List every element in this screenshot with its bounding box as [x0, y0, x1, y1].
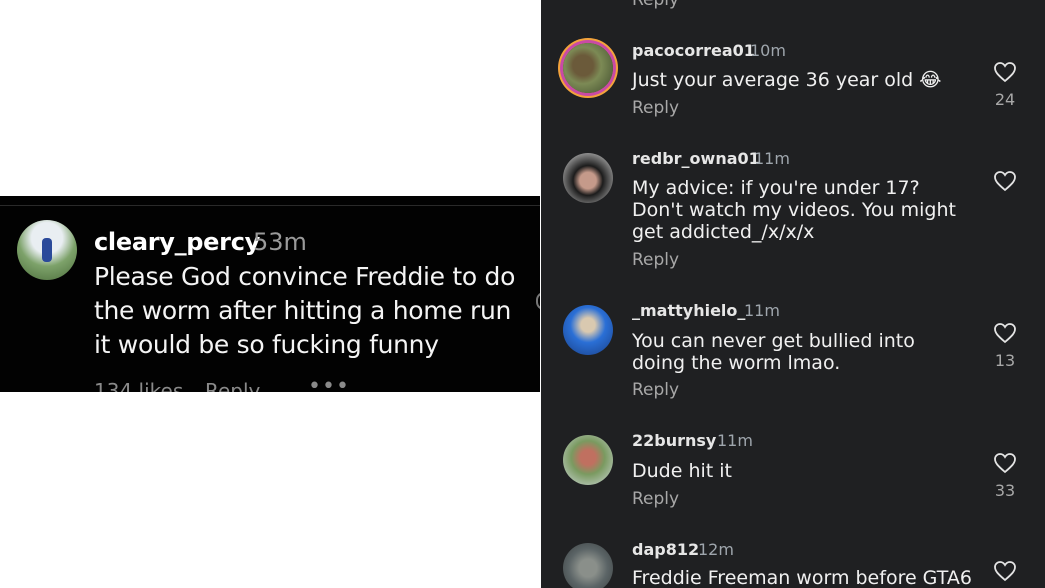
comment-text: Dude hit it — [632, 460, 733, 482]
reply-button[interactable]: Reply — [632, 98, 679, 118]
reply-button[interactable]: Reply — [632, 0, 679, 10]
likes-count[interactable]: 134 likes — [94, 379, 183, 392]
heart-icon[interactable] — [993, 452, 1017, 474]
avatar[interactable] — [563, 543, 613, 588]
comment-text: Just your average 36 year old 😂 — [632, 69, 942, 91]
comment-timestamp: 12m — [698, 540, 734, 559]
heart-icon[interactable] — [993, 322, 1017, 344]
avatar[interactable] — [563, 305, 613, 355]
comment-timestamp: 11m — [717, 431, 753, 450]
more-options-button[interactable]: ••• — [308, 374, 350, 392]
avatar[interactable] — [563, 43, 613, 93]
comment-text: Freddie Freeman worm before GTA6 — [632, 567, 972, 588]
reply-button[interactable]: Reply — [632, 250, 679, 270]
comment-text: You can never get bullied into doing the… — [632, 330, 915, 374]
comment-text: Please God convince Freddie to do the wo… — [94, 262, 516, 359]
heart-icon[interactable] — [993, 61, 1017, 83]
comment-username[interactable]: dap812 — [632, 540, 699, 559]
likes-count: 13 — [994, 351, 1016, 370]
comment-text: My advice: if you're under 17? Don't wat… — [632, 177, 956, 243]
comment-username[interactable]: _mattyhielo_ — [632, 301, 745, 320]
reply-button[interactable]: Reply — [632, 380, 679, 400]
likes-count: 24 — [994, 90, 1016, 109]
likes-count: 33 — [994, 481, 1016, 500]
heart-icon[interactable] — [993, 170, 1017, 192]
heart-icon[interactable] — [536, 292, 540, 310]
comment-timestamp: 10m — [750, 41, 786, 60]
comment-username[interactable]: cleary_percy — [94, 228, 260, 256]
avatar[interactable] — [17, 220, 77, 280]
reply-button[interactable]: Reply — [632, 489, 679, 509]
comment-username[interactable]: redbr_owna01 — [632, 149, 760, 168]
divider — [0, 205, 540, 206]
comment-username[interactable]: pacocorrea01 — [632, 41, 755, 60]
featured-comment-panel: cleary_percy 53m Please God convince Fre… — [0, 196, 540, 392]
comment-timestamp: 11m — [744, 301, 780, 320]
avatar[interactable] — [563, 153, 613, 203]
avatar[interactable] — [563, 435, 613, 485]
reply-button[interactable]: Reply — [205, 379, 260, 392]
heart-icon[interactable] — [993, 560, 1017, 582]
comment-timestamp: 11m — [754, 149, 790, 168]
comment-timestamp: 53m — [253, 228, 307, 256]
comments-panel: Reply pacocorrea01 10m Just your average… — [541, 0, 1045, 588]
comment-username[interactable]: 22burnsy — [632, 431, 716, 450]
